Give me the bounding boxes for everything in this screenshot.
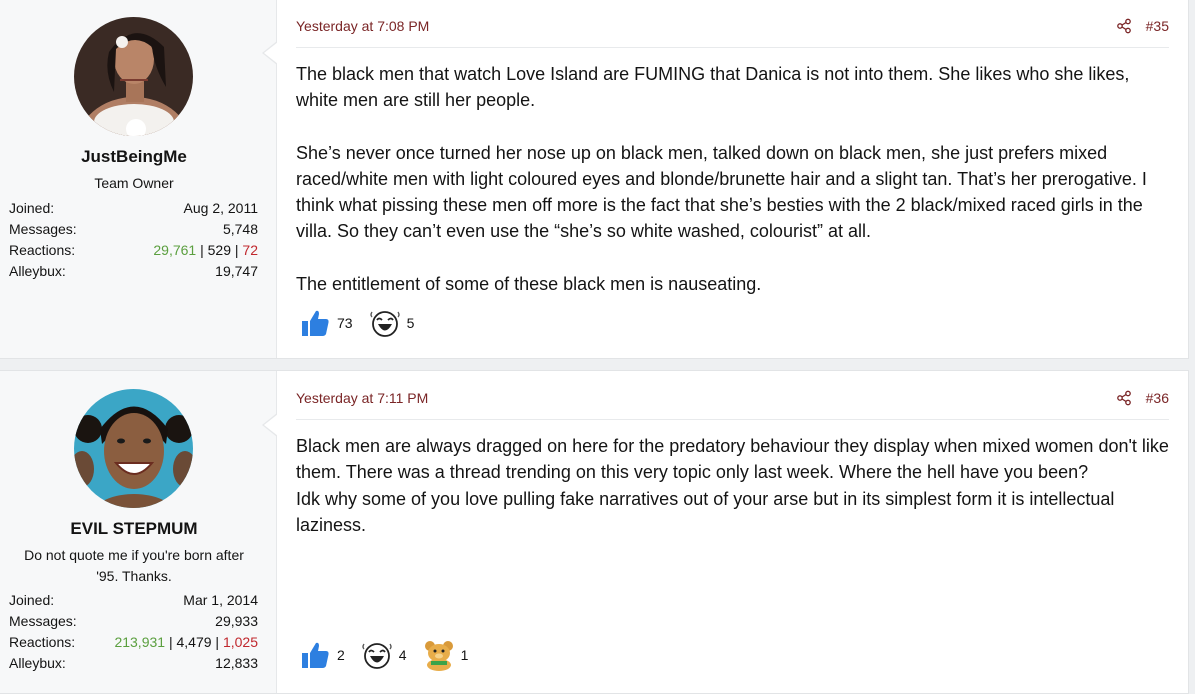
stat-value: Mar 1, 2014 — [183, 592, 258, 608]
user-title: Do not quote me if you're born after '95… — [8, 545, 260, 587]
post-pointer-arrow — [262, 413, 278, 437]
username[interactable]: EVIL STEPMUM — [0, 519, 268, 539]
stat-alleybux: Alleybux: 12,833 — [9, 653, 258, 674]
stat-value: 12,833 — [215, 655, 258, 671]
stat-reactions: Reactions: 213,931 | 4,479 | 1,025 — [9, 632, 258, 653]
reactions-separator: | — [211, 634, 223, 650]
stat-messages: Messages: 29,933 — [9, 611, 258, 632]
stat-alleybux: Alleybux: 19,747 — [9, 261, 258, 282]
reaction-count: 5 — [406, 315, 415, 331]
stat-label: Reactions: — [9, 634, 76, 650]
stat-value: 19,747 — [215, 263, 258, 279]
reaction-count: 73 — [337, 315, 353, 331]
post-date[interactable]: Yesterday at 7:08 PM — [296, 18, 429, 34]
post-pointer-arrow — [262, 41, 278, 65]
bear-icon — [423, 639, 455, 671]
reactions-negative: 1,025 — [222, 634, 258, 650]
username[interactable]: JustBeingMe — [0, 147, 268, 167]
stat-label: Alleybux: — [9, 655, 66, 671]
reactions-separator: | — [165, 634, 177, 650]
stat-value: 29,761 | 529 | 72 — [153, 240, 258, 261]
stat-joined: Joined: Aug 2, 2011 — [9, 198, 258, 219]
reactions-separator: | — [231, 242, 243, 258]
post-35: JustBeingMe Team Owner Joined: Aug 2, 20… — [0, 0, 1189, 359]
thumbs-up-icon — [299, 307, 331, 339]
user-title: Team Owner — [94, 175, 174, 191]
thumbs-up-icon — [299, 639, 331, 671]
stat-joined: Joined: Mar 1, 2014 — [9, 590, 258, 611]
reactions-positive: 213,931 — [114, 634, 166, 650]
reactions-separator: | — [196, 242, 208, 258]
share-icon[interactable] — [1116, 18, 1132, 34]
user-stats: Joined: Mar 1, 2014 Messages: 29,933 Rea… — [9, 590, 258, 674]
reaction-like[interactable]: 2 — [299, 639, 345, 671]
laughing-face-icon — [361, 639, 393, 671]
post-36: EVIL STEPMUM Do not quote me if you're b… — [0, 370, 1189, 694]
stat-value: Aug 2, 2011 — [183, 200, 258, 216]
stat-label: Joined: — [9, 200, 55, 216]
avatar[interactable] — [74, 17, 193, 136]
post-paragraph: She’s never once turned her nose up on b… — [296, 142, 1147, 242]
user-title-line: Do not quote me if you're born after — [24, 547, 244, 563]
user-title-line: '95. Thanks. — [96, 568, 172, 584]
stat-label: Joined: — [9, 592, 55, 608]
post-main: Yesterday at 7:11 PM #36 Black men are a… — [278, 371, 1188, 693]
stat-messages: Messages: 5,748 — [9, 219, 258, 240]
reactions-positive: 29,761 — [153, 242, 197, 258]
user-stats: Joined: Aug 2, 2011 Messages: 5,748 Reac… — [9, 198, 258, 282]
post-paragraph: The black men that watch Love Island are… — [296, 64, 1130, 111]
stat-value: 213,931 | 4,479 | 1,025 — [114, 632, 258, 653]
reaction-laugh[interactable]: 4 — [361, 639, 407, 671]
stat-value[interactable]: 29,933 — [215, 611, 258, 632]
stat-label: Messages: — [9, 613, 77, 629]
reaction-like[interactable]: 73 — [299, 307, 353, 339]
stat-label: Alleybux: — [9, 263, 66, 279]
reactions-neutral: 4,479 — [176, 634, 212, 650]
post-main: Yesterday at 7:08 PM #35 The black men t… — [278, 0, 1188, 358]
share-icon[interactable] — [1116, 390, 1132, 406]
post-paragraph: Idk why some of you love pulling fake na… — [296, 488, 1115, 535]
post-header: Yesterday at 7:08 PM #35 — [296, 18, 1169, 48]
post-meta: #36 — [1116, 390, 1169, 406]
reaction-count: 1 — [460, 647, 469, 663]
laughing-face-icon — [369, 307, 401, 339]
post-number[interactable]: #35 — [1146, 18, 1169, 34]
reaction-count: 4 — [398, 647, 407, 663]
user-info-panel: EVIL STEPMUM Do not quote me if you're b… — [0, 371, 277, 693]
post-body: Black men are always dragged on here for… — [296, 433, 1169, 538]
user-info-panel: JustBeingMe Team Owner Joined: Aug 2, 20… — [0, 0, 277, 358]
reaction-count: 2 — [337, 647, 345, 663]
reactions-bar[interactable]: 2 4 1 — [299, 637, 484, 673]
post-meta: #35 — [1116, 18, 1169, 34]
stat-reactions: Reactions: 29,761 | 529 | 72 — [9, 240, 258, 261]
reaction-bear[interactable]: 1 — [423, 639, 469, 671]
stat-label: Reactions: — [9, 242, 76, 258]
post-body: The black men that watch Love Island are… — [296, 61, 1169, 297]
post-paragraph: Black men are always dragged on here for… — [296, 436, 1169, 483]
reactions-bar[interactable]: 73 5 — [299, 305, 430, 341]
post-date[interactable]: Yesterday at 7:11 PM — [296, 390, 428, 406]
post-number[interactable]: #36 — [1146, 390, 1169, 406]
post-header: Yesterday at 7:11 PM #36 — [296, 390, 1169, 420]
reactions-neutral: 529 — [207, 242, 231, 258]
stat-value[interactable]: 5,748 — [223, 219, 258, 240]
reaction-laugh[interactable]: 5 — [369, 307, 415, 339]
reactions-negative: 72 — [242, 242, 258, 258]
stat-label: Messages: — [9, 221, 77, 237]
avatar[interactable] — [74, 389, 193, 508]
post-paragraph: The entitlement of some of these black m… — [296, 273, 762, 294]
